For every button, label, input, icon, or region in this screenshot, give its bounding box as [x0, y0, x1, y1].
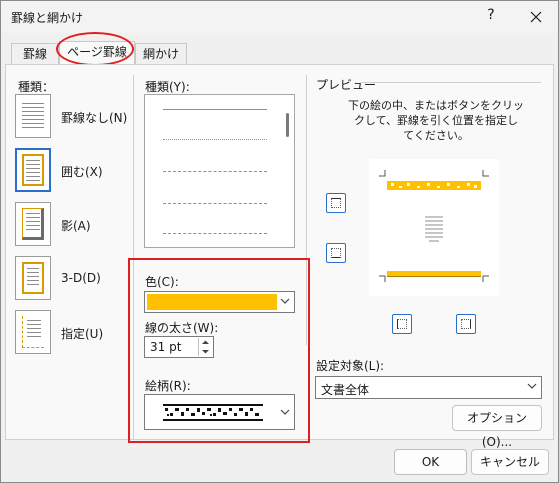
tab-shading[interactable]: 網かけ — [135, 43, 187, 65]
art-pattern-preview — [163, 404, 263, 421]
setting-custom-button[interactable] — [15, 310, 51, 354]
color-swatch — [147, 294, 277, 310]
chevron-down-icon — [280, 298, 290, 304]
preview-instructions: 下の絵の中、またはボタンをクリッ クして、罫線を引く位置を指定し てください。 — [348, 99, 524, 142]
style-list[interactable] — [144, 94, 295, 248]
art-dropdown[interactable] — [144, 394, 295, 430]
width-spinner[interactable]: 31 pt — [144, 336, 214, 358]
box-border-icon — [22, 154, 44, 186]
shadow-border-icon — [22, 208, 44, 240]
setting-custom-label[interactable]: 指定(U) — [61, 325, 103, 342]
tab-borders[interactable]: 罫線 — [11, 43, 59, 65]
color-label: 色(C): — [145, 275, 179, 289]
width-label: 線の太さ(W): — [145, 321, 219, 335]
setting-3d-label[interactable]: 3-D(D) — [61, 271, 101, 285]
border-left-icon — [397, 319, 407, 329]
apply-to-value: 文書全体 — [321, 383, 370, 397]
style-dashed-small[interactable] — [163, 171, 267, 172]
help-button[interactable]: ? — [479, 7, 503, 27]
art-label: 絵柄(R): — [145, 379, 191, 393]
custom-border-icon — [22, 316, 44, 348]
setting-shadow-button[interactable] — [15, 202, 51, 246]
apply-to-dropdown[interactable]: 文書全体 — [315, 376, 542, 399]
spin-down-icon[interactable] — [199, 347, 212, 356]
chevron-down-icon — [280, 409, 290, 415]
setting-box-button[interactable] — [15, 148, 51, 192]
setting-heading: 種類： — [18, 80, 55, 94]
border-left-button[interactable] — [392, 314, 412, 334]
style-dotted[interactable] — [163, 139, 267, 140]
setting-box-label[interactable]: 囲む(X) — [61, 163, 103, 180]
close-icon — [530, 11, 542, 23]
preview-area[interactable] — [369, 159, 499, 296]
divider-right — [306, 75, 307, 345]
setting-none-button[interactable] — [15, 94, 51, 138]
border-right-button[interactable] — [456, 314, 476, 334]
tab-page-border[interactable]: ページ罫線 — [59, 41, 135, 66]
style-dash-dot[interactable] — [163, 233, 267, 234]
width-value[interactable]: 31 pt — [150, 340, 181, 354]
3d-border-icon — [22, 262, 44, 294]
options-button[interactable]: オプション(O)... — [452, 405, 542, 449]
style-scrollbar[interactable] — [286, 113, 289, 137]
border-bottom-icon — [331, 248, 341, 258]
no-border-icon — [22, 100, 44, 132]
divider-left — [133, 75, 134, 440]
setting-shadow-label[interactable]: 影(A) — [61, 217, 91, 234]
close-button[interactable] — [523, 5, 549, 29]
style-dashed-large[interactable] — [163, 203, 267, 204]
setting-none-label[interactable]: 罫線なし(N) — [61, 109, 127, 126]
border-right-icon — [461, 319, 471, 329]
border-top-button[interactable] — [326, 193, 346, 213]
setting-3d-button[interactable] — [15, 256, 51, 300]
color-dropdown[interactable] — [144, 291, 295, 313]
preview-label: プレビュー — [316, 78, 377, 92]
border-top-icon — [331, 198, 341, 208]
border-bottom-button[interactable] — [326, 243, 346, 263]
ok-button[interactable]: OK — [394, 449, 467, 475]
apply-to-label: 設定対象(L): — [316, 359, 385, 373]
borders-and-shading-dialog: 罫線と網かけ ? 罫線 ページ罫線 網かけ 種類： 罫線なし(N) 囲む(X) … — [0, 0, 559, 483]
chevron-down-icon — [527, 383, 537, 389]
cancel-button[interactable]: キャンセル — [471, 449, 549, 475]
window-title: 罫線と網かけ — [11, 11, 84, 25]
spin-up-icon[interactable] — [199, 338, 212, 347]
tab-strip: 罫線 ページ罫線 網かけ — [1, 41, 558, 66]
style-solid[interactable] — [163, 109, 267, 110]
style-label: 種類(Y): — [145, 80, 190, 94]
preview-drawing — [379, 170, 489, 282]
title-bar: 罫線と網かけ ? — [1, 1, 558, 33]
